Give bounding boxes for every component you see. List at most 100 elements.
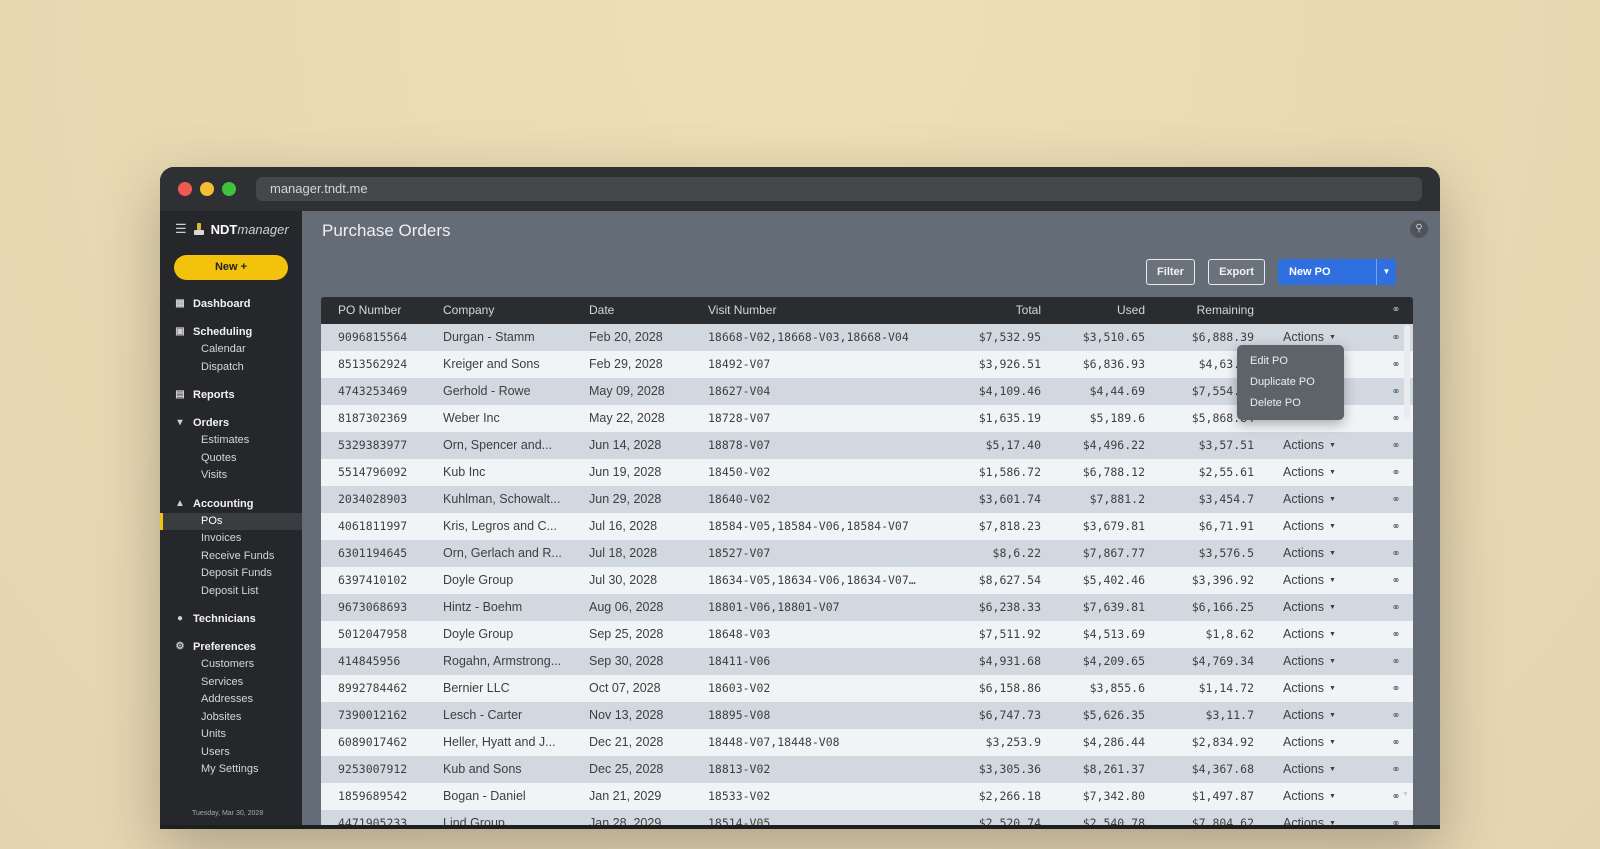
link-icon[interactable]: ⚭ xyxy=(1389,351,1403,378)
new-button[interactable]: New + xyxy=(174,255,288,280)
actions-dropdown-button[interactable]: Actions ▼ xyxy=(1283,432,1353,459)
column-header-total[interactable]: Total xyxy=(941,297,1041,324)
sidebar-item-preferences[interactable]: ⚙ Preferences xyxy=(160,638,302,656)
link-icon[interactable]: ⚭ xyxy=(1389,783,1403,810)
minimize-window-button[interactable] xyxy=(200,182,214,196)
link-icon[interactable]: ⚭ xyxy=(1389,513,1403,540)
sidebar-subitem-deposit-funds[interactable]: Deposit Funds xyxy=(160,565,302,583)
column-header-visit-number[interactable]: Visit Number xyxy=(708,297,943,324)
sidebar-subitem-quotes[interactable]: Quotes xyxy=(160,450,302,468)
link-icon[interactable]: ⚭ xyxy=(1389,594,1403,621)
new-po-button[interactable]: New PO ▼ xyxy=(1278,259,1396,285)
actions-dropdown-button[interactable]: Actions ▼ xyxy=(1283,702,1353,729)
total-cell: $3,601.74 xyxy=(978,492,1041,506)
po-number-cell: 4061811997 xyxy=(338,519,408,533)
calendar-icon: ▣ xyxy=(175,326,185,337)
sidebar-subitem-estimates[interactable]: Estimates xyxy=(160,432,302,450)
company-cell: Doyle Group xyxy=(443,573,514,587)
actions-dropdown-button[interactable]: Actions ▼ xyxy=(1283,729,1353,756)
sidebar-subitem-units[interactable]: Units xyxy=(160,726,302,744)
sidebar-item-technicians[interactable]: ● Technicians xyxy=(160,610,302,628)
menu-item-edit-po[interactable]: Edit PO xyxy=(1237,351,1344,372)
caret-down-icon: ▼ xyxy=(1329,766,1336,774)
actions-dropdown-button[interactable]: Actions ▼ xyxy=(1283,783,1353,810)
company-cell: Kub and Sons xyxy=(443,762,522,776)
actions-dropdown-button[interactable]: Actions ▼ xyxy=(1283,513,1353,540)
sidebar-subitem-users[interactable]: Users xyxy=(160,744,302,762)
menu-item-duplicate-po[interactable]: Duplicate PO xyxy=(1237,372,1344,393)
actions-dropdown-button[interactable]: Actions ▼ xyxy=(1283,540,1353,567)
sidebar-subitem-my-settings[interactable]: My Settings xyxy=(160,761,302,779)
link-icon[interactable]: ⚭ xyxy=(1389,567,1403,594)
column-header-remaining[interactable]: Remaining xyxy=(1151,297,1254,324)
chevron-down-icon[interactable]: ▼ xyxy=(1376,259,1396,285)
caret-down-icon: ▼ xyxy=(1329,685,1336,693)
link-icon[interactable]: ⚭ xyxy=(1389,621,1403,648)
sidebar-subitem-calendar[interactable]: Calendar xyxy=(160,341,302,359)
actions-dropdown-button[interactable]: Actions ▼ xyxy=(1283,567,1353,594)
sidebar-subitem-invoices[interactable]: Invoices xyxy=(160,530,302,548)
link-icon[interactable]: ⚭ xyxy=(1389,459,1403,486)
search-icon[interactable]: ⚲ xyxy=(1410,220,1428,238)
link-icon[interactable]: ⚭ xyxy=(1389,486,1403,513)
link-icon[interactable]: ⚭ xyxy=(1389,702,1403,729)
link-icon[interactable]: ⚭ xyxy=(1389,432,1403,459)
date-cell: May 09, 2028 xyxy=(589,384,665,398)
actions-dropdown-button[interactable]: Actions ▼ xyxy=(1283,621,1353,648)
visit-number-cell: 18533-V02 xyxy=(708,789,771,803)
menu-item-delete-po[interactable]: Delete PO xyxy=(1237,393,1344,414)
caret-down-icon: ▼ xyxy=(1329,334,1336,342)
sidebar-date: Tuesday, Mar 30, 2028 xyxy=(192,810,264,817)
link-icon[interactable]: ⚭ xyxy=(1389,405,1403,432)
sidebar-subitem-services[interactable]: Services xyxy=(160,674,302,692)
actions-dropdown-button[interactable]: Actions ▼ xyxy=(1283,459,1353,486)
remaining-cell: $1,8.62 xyxy=(1205,627,1254,641)
sidebar-subitem-visits[interactable]: Visits xyxy=(160,467,302,485)
sidebar-section-reports: ▤ Reports xyxy=(160,386,302,404)
table-scrollbar[interactable] xyxy=(1404,325,1410,419)
actions-dropdown-button[interactable]: Actions ▼ xyxy=(1283,756,1353,783)
actions-dropdown-button[interactable]: Actions ▼ xyxy=(1283,675,1353,702)
sidebar-subitem-dispatch[interactable]: Dispatch xyxy=(160,359,302,377)
link-icon[interactable]: ⚭ xyxy=(1389,675,1403,702)
scroll-down-icon[interactable]: ▼ xyxy=(1402,791,1409,798)
maximize-window-button[interactable] xyxy=(222,182,236,196)
link-icon[interactable]: ⚭ xyxy=(1389,648,1403,675)
column-header-used[interactable]: Used xyxy=(1043,297,1145,324)
sidebar-subitem-addresses[interactable]: Addresses xyxy=(160,691,302,709)
close-window-button[interactable] xyxy=(178,182,192,196)
sidebar-subitem-deposit-list[interactable]: Deposit List xyxy=(160,583,302,601)
visit-number-cell: 18450-V02 xyxy=(708,465,771,479)
date-cell: Feb 29, 2028 xyxy=(589,357,663,371)
sidebar-subitem-jobsites[interactable]: Jobsites xyxy=(160,709,302,727)
link-icon[interactable]: ⚭ xyxy=(1389,540,1403,567)
sidebar-item-scheduling[interactable]: ▣ Scheduling xyxy=(160,323,302,341)
link-icon[interactable]: ⚭ xyxy=(1389,729,1403,756)
sidebar-subitem-pos[interactable]: POs xyxy=(160,512,302,530)
po-number-cell: 414845956 xyxy=(338,654,401,668)
column-header-date[interactable]: Date xyxy=(589,297,699,324)
filter-button[interactable]: Filter xyxy=(1146,259,1195,285)
visit-number-cell: 18648-V03 xyxy=(708,627,771,641)
link-icon[interactable]: ⚭ xyxy=(1389,756,1403,783)
remaining-cell: $1,497.87 xyxy=(1191,789,1254,803)
column-header-company[interactable]: Company xyxy=(443,297,583,324)
sidebar-item-accounting[interactable]: ▲ Accounting xyxy=(160,495,302,513)
export-button[interactable]: Export xyxy=(1208,259,1265,285)
actions-dropdown-button[interactable]: Actions ▼ xyxy=(1283,648,1353,675)
link-icon[interactable]: ⚭ xyxy=(1389,324,1403,351)
date-cell: Jul 16, 2028 xyxy=(589,519,658,533)
link-icon[interactable]: ⚭ xyxy=(1389,378,1403,405)
actions-dropdown-button[interactable]: Actions ▼ xyxy=(1283,486,1353,513)
address-bar[interactable]: manager.tndt.me xyxy=(256,177,1422,201)
used-cell: $5,402.46 xyxy=(1082,573,1145,587)
company-cell: Bernier LLC xyxy=(443,681,510,695)
hamburger-menu-icon[interactable]: ☰ xyxy=(175,221,187,237)
sidebar-item-orders[interactable]: ▾ Orders xyxy=(160,414,302,432)
column-header-po-number[interactable]: PO Number xyxy=(338,297,433,324)
sidebar-subitem-receive-funds[interactable]: Receive Funds xyxy=(160,548,302,566)
actions-dropdown-button[interactable]: Actions ▼ xyxy=(1283,594,1353,621)
sidebar-subitem-customers[interactable]: Customers xyxy=(160,656,302,674)
sidebar-item-reports[interactable]: ▤ Reports xyxy=(160,386,302,404)
sidebar-item-dashboard[interactable]: ▦ Dashboard xyxy=(160,295,302,313)
